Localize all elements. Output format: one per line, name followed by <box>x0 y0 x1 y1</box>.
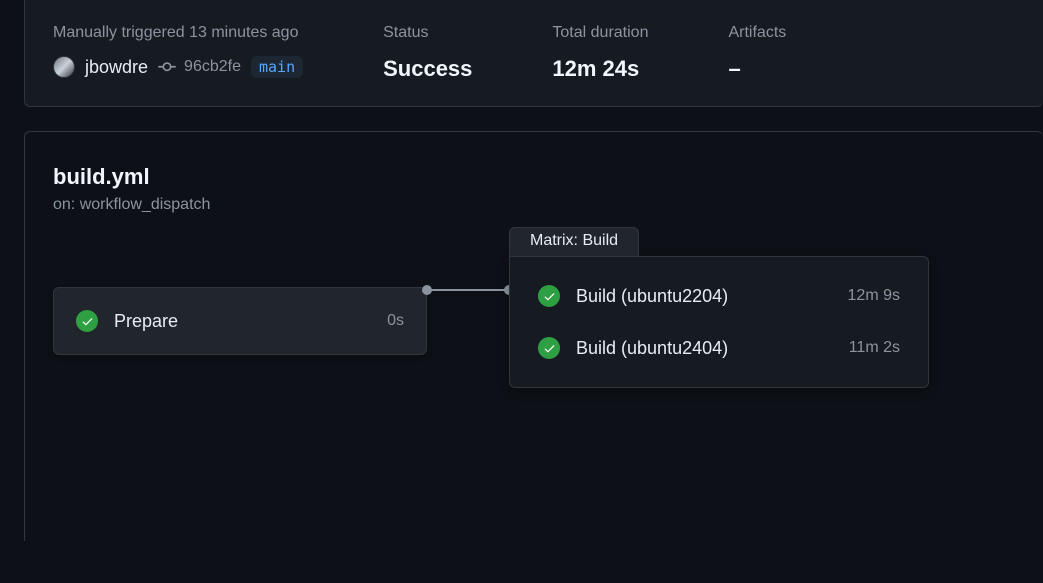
job-name: Build (ubuntu2404) <box>576 338 833 359</box>
workflow-title: build.yml <box>53 164 1015 190</box>
trigger-text: Manually triggered 13 minutes ago <box>53 24 303 42</box>
success-icon <box>538 337 560 359</box>
job-duration: 11m 2s <box>849 339 900 357</box>
status-value: Success <box>383 56 472 82</box>
job-duration: 12m 9s <box>848 287 900 305</box>
duration-column: Total duration 12m 24s <box>552 24 648 82</box>
artifacts-label: Artifacts <box>728 24 786 42</box>
status-label: Status <box>383 24 472 42</box>
job-name: Build (ubuntu2204) <box>576 286 832 307</box>
workflow-graph: Prepare 0s Matrix: Build Build (ubuntu22… <box>53 256 1015 388</box>
workflow-graph-card: build.yml on: workflow_dispatch Prepare … <box>24 131 1043 541</box>
workflow-subtitle: on: workflow_dispatch <box>53 196 1015 214</box>
job-duration: 0s <box>387 312 404 330</box>
job-name: Prepare <box>114 311 371 332</box>
graph-connector <box>427 289 509 291</box>
matrix-tab-label[interactable]: Matrix: Build <box>509 227 639 256</box>
artifacts-value: – <box>728 56 786 82</box>
success-icon <box>538 285 560 307</box>
username-link[interactable]: jbowdre <box>85 57 148 78</box>
duration-label: Total duration <box>552 24 648 42</box>
avatar[interactable] <box>53 56 75 78</box>
matrix-body: Build (ubuntu2204) 12m 9s Build (ubuntu2… <box>509 256 929 388</box>
job-card-matrix-0[interactable]: Build (ubuntu2204) 12m 9s <box>538 285 900 307</box>
matrix-group: Matrix: Build Build (ubuntu2204) 12m 9s … <box>509 256 929 388</box>
commit-icon <box>158 58 176 76</box>
actor-row: jbowdre 96cb2fe main <box>53 56 303 78</box>
status-column: Status Success <box>383 24 472 82</box>
job-card-matrix-1[interactable]: Build (ubuntu2404) 11m 2s <box>538 337 900 359</box>
trigger-column: Manually triggered 13 minutes ago jbowdr… <box>53 24 303 82</box>
prepare-node-wrapper: Prepare 0s <box>53 287 427 355</box>
artifacts-column: Artifacts – <box>728 24 786 82</box>
commit-sha-link[interactable]: 96cb2fe <box>184 58 241 76</box>
duration-value[interactable]: 12m 24s <box>552 56 648 82</box>
run-summary-card: Manually triggered 13 minutes ago jbowdr… <box>24 0 1043 107</box>
branch-badge[interactable]: main <box>251 56 303 78</box>
job-card-prepare[interactable]: Prepare 0s <box>53 287 427 355</box>
success-icon <box>76 310 98 332</box>
